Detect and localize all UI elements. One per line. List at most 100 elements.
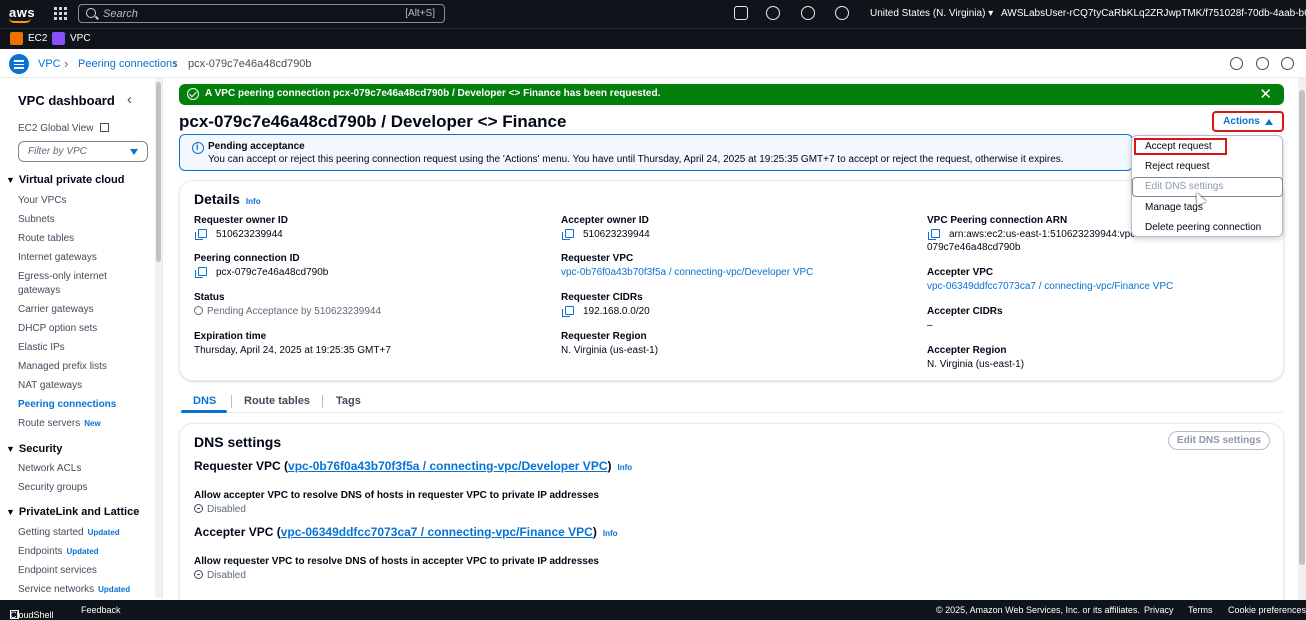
cloudshell-label: CloudShell (10, 610, 54, 620)
privacy-link[interactable]: Privacy (1144, 605, 1174, 615)
alert-body: You can accept or reject this peering co… (208, 154, 1064, 165)
new-badge: New (84, 419, 101, 428)
tab-tags[interactable]: Tags (336, 395, 361, 407)
info-panel-icon[interactable] (1230, 57, 1243, 70)
sidebar-item-carrier-gateways[interactable]: Carrier gateways (18, 304, 94, 315)
feedback-link[interactable]: Feedback (81, 605, 121, 615)
settings-panel-icon[interactable] (1281, 57, 1294, 70)
sidebar-item-subnets[interactable]: Subnets (18, 214, 55, 225)
menu-item-manage-tags[interactable]: Manage tags (1145, 202, 1203, 213)
sidebar-section-vpc[interactable]: ▼ Virtual private cloud (6, 174, 124, 186)
cloudshell-icon[interactable] (734, 6, 748, 20)
sidebar: VPC dashboard ‹ EC2 Global View Filter b… (0, 78, 163, 600)
menu-item-reject-request[interactable]: Reject request (1145, 161, 1209, 172)
services-grid-icon[interactable] (54, 7, 67, 20)
actions-button[interactable]: Actions (1212, 111, 1284, 132)
caret-down-icon: ▼ (6, 175, 15, 185)
menu-toggle-button[interactable] (9, 54, 29, 74)
sidebar-item-getting-started[interactable]: Getting started Updated (18, 527, 120, 538)
favorite-ec2[interactable]: EC2 (10, 32, 47, 45)
aws-logo[interactable]: aws (9, 5, 35, 23)
sidebar-item-endpoints[interactable]: Endpoints Updated (18, 546, 98, 557)
copy-icon[interactable] (928, 229, 940, 240)
chevron-right-icon: › (64, 56, 69, 71)
sidebar-section-privatelink[interactable]: ▼ PrivateLink and Lattice (6, 506, 139, 518)
accepter-vpc-link[interactable]: vpc-06349ddfcc7073ca7 / connecting-vpc/F… (927, 281, 1173, 292)
sidebar-title[interactable]: VPC dashboard (18, 93, 115, 108)
requester-vpc-label: Requester VPC (561, 253, 634, 264)
search-input[interactable]: Search [Alt+S] (78, 4, 445, 23)
sidebar-item-your-vpcs[interactable]: Your VPCs (18, 195, 67, 206)
caret-down-icon: ▼ (6, 507, 15, 517)
info-link[interactable]: Info (246, 197, 261, 206)
sidebar-item-egress-only-gateways-line2[interactable]: gateways (18, 285, 60, 296)
sidebar-item-endpoint-services[interactable]: Endpoint services (18, 565, 97, 576)
help-icon[interactable] (801, 6, 815, 20)
breadcrumb-bar: VPC › Peering connections › pcx-079c7e46… (0, 50, 1306, 78)
main-scrollbar[interactable] (1298, 78, 1306, 600)
sidebar-item-nat-gateways[interactable]: NAT gateways (18, 380, 82, 391)
info-link[interactable]: Info (603, 529, 618, 538)
copy-icon[interactable] (195, 267, 207, 278)
sidebar-item-network-acls[interactable]: Network ACLs (18, 463, 81, 474)
notifications-panel-icon[interactable] (1256, 57, 1269, 70)
sidebar-item-elastic-ips[interactable]: Elastic IPs (18, 342, 65, 353)
sidebar-item-service-networks[interactable]: Service networks Updated (18, 584, 130, 595)
sidebar-scrollbar[interactable] (155, 78, 162, 598)
requester-vpc-link[interactable]: vpc-0b76f0a43b70f3f5a / connecting-vpc/D… (288, 459, 607, 473)
sidebar-item-egress-only-gateways[interactable]: Egress-only internet (18, 271, 107, 282)
sidebar-item-security-groups[interactable]: Security groups (18, 482, 87, 493)
disabled-icon (194, 570, 203, 579)
sidebar-item-label: Endpoints (18, 546, 63, 557)
account-menu[interactable]: AWSLabsUser-rCQ7tyCaRbKLq2ZRJwpTMK/f7510… (1001, 8, 1306, 19)
actions-label: Actions (1223, 116, 1260, 127)
accepter-cidrs-label: Accepter CIDRs (927, 306, 1003, 317)
sidebar-item-label: Route servers (18, 418, 81, 429)
disabled-text: Disabled (207, 504, 246, 515)
expiration-value: Thursday, April 24, 2025 at 19:25:35 GMT… (194, 345, 391, 356)
sidebar-item-internet-gateways[interactable]: Internet gateways (18, 252, 97, 263)
favorite-vpc[interactable]: VPC (52, 32, 91, 45)
sidebar-item-peering-connections[interactable]: Peering connections (18, 399, 116, 410)
sidebar-item-route-tables[interactable]: Route tables (18, 233, 74, 244)
dns-settings-card: DNS settings Edit DNS settings Requester… (179, 423, 1284, 600)
breadcrumb-vpc[interactable]: VPC (38, 58, 61, 70)
tab-route-tables[interactable]: Route tables (244, 395, 310, 407)
info-link[interactable]: Info (617, 463, 632, 472)
copy-icon[interactable] (195, 229, 207, 240)
peering-id-value: pcx-079c7e46a48cd790b (195, 267, 328, 278)
tab-dns[interactable]: DNS (193, 395, 216, 407)
region-selector[interactable]: United States (N. Virginia) ▾ (870, 8, 993, 19)
edit-dns-settings-button[interactable]: Edit DNS settings (1168, 431, 1270, 450)
favorite-label: EC2 (28, 33, 48, 44)
pending-acceptance-alert: Pending acceptance You can accept or rej… (179, 134, 1133, 171)
copy-icon[interactable] (562, 306, 574, 317)
breadcrumb-peering-connections[interactable]: Peering connections (78, 58, 178, 70)
notifications-bell-icon[interactable] (766, 6, 780, 20)
sidebar-item-route-servers[interactable]: Route servers New (18, 418, 101, 429)
settings-gear-icon[interactable] (835, 6, 849, 20)
requester-owner-text: 510623239944 (216, 229, 283, 240)
requester-vpc-link[interactable]: vpc-0b76f0a43b70f3f5a / connecting-vpc/D… (561, 267, 813, 278)
accepter-owner-label: Accepter owner ID (561, 215, 649, 226)
sidebar-item-managed-prefix-lists[interactable]: Managed prefix lists (18, 361, 107, 372)
sidebar-item-dhcp-option-sets[interactable]: DHCP option sets (18, 323, 97, 334)
sidebar-item-label: Service networks (18, 584, 95, 595)
cookie-preferences-link[interactable]: Cookie preferences (1228, 605, 1306, 615)
menu-item-accept-request[interactable]: Accept request (1145, 141, 1212, 152)
status-text: Pending Acceptance by 510623239944 (207, 306, 382, 317)
requester-owner-label: Requester owner ID (194, 215, 288, 226)
vpc-filter-select[interactable]: Filter by VPC (18, 141, 148, 162)
sidebar-item-ec2-global-view[interactable]: EC2 Global View (18, 123, 110, 134)
accepter-vpc-link[interactable]: vpc-06349ddfcc7073ca7 / connecting-vpc/F… (281, 525, 593, 539)
close-icon[interactable]: ✕ (1259, 85, 1272, 103)
menu-item-edit-dns-settings[interactable]: Edit DNS settings (1145, 181, 1223, 192)
terms-link[interactable]: Terms (1188, 605, 1213, 615)
requester-region-value: N. Virginia (us-east-1) (561, 345, 659, 356)
copy-icon[interactable] (562, 229, 574, 240)
collapse-sidebar-icon[interactable]: ‹ (127, 91, 132, 108)
arn-text: arn:aws:ec2:us-east-1:510623239944:vpc- (949, 229, 1139, 240)
expiration-label: Expiration time (194, 331, 267, 342)
menu-item-delete-peering[interactable]: Delete peering connection (1145, 222, 1261, 233)
sidebar-section-security[interactable]: ▼ Security (6, 443, 62, 455)
